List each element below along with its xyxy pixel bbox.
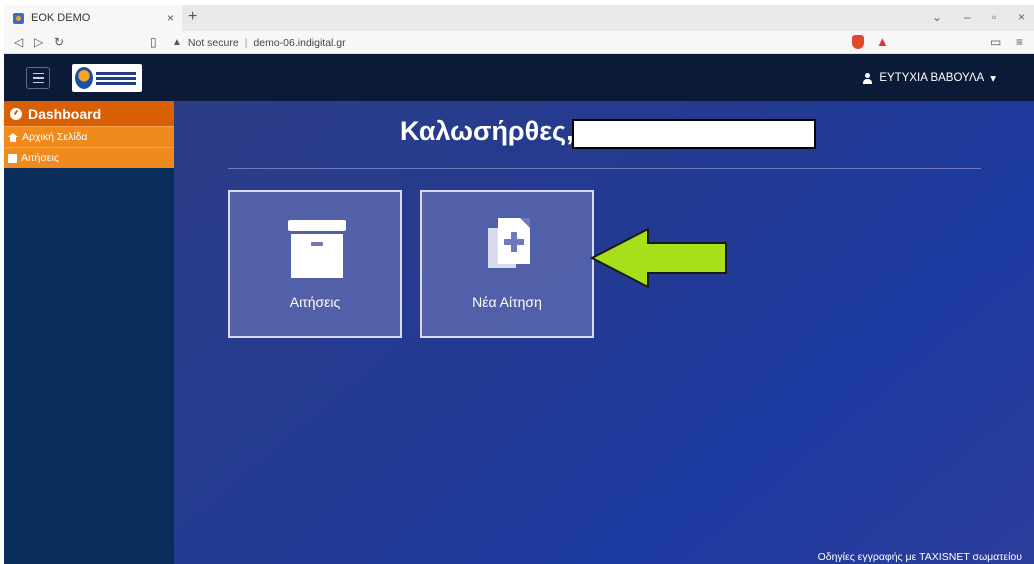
archive-icon (288, 220, 346, 278)
sidebar-toggle-button[interactable] (26, 67, 50, 89)
close-window-icon[interactable]: × (1018, 10, 1025, 24)
address-toolbar: ◁ ▷ ↻ ▯ ▲ Not secure | demo-06.indigital… (4, 31, 1034, 54)
logo-wordmark (96, 70, 136, 87)
dashboard-icon (10, 107, 22, 120)
back-icon[interactable]: ◁ (14, 35, 23, 49)
arrow-annotation (590, 227, 727, 289)
tab-close-button[interactable]: × (167, 11, 174, 25)
tab-title: EOK DEMO (31, 12, 91, 24)
taxisnet-guide-link[interactable]: Οδηγίες εγγραφής με TAXISNET σωματείου (818, 551, 1022, 563)
sidebar: Dashboard Αρχική Σελίδα Αιτήσεις (4, 101, 174, 564)
reload-icon[interactable]: ↻ (54, 35, 64, 49)
warning-icon: ▲ (172, 37, 182, 48)
sidebar-heading[interactable]: Dashboard (4, 101, 174, 126)
rewards-icon[interactable]: ▲ (876, 34, 889, 49)
security-label: Not secure (187, 36, 239, 49)
brave-shield-icon[interactable] (852, 35, 864, 49)
user-menu[interactable]: ΕΥΤΥΧΙΑ ΒΑΒΟΥΛΑ ▾ (862, 71, 996, 85)
tile-label: Νέα Αίτηση (472, 294, 542, 310)
caret-down-icon: ▾ (990, 73, 996, 85)
logo-emblem-icon (75, 67, 93, 89)
app-header: ΕΥΤΥΧΙΑ ΒΑΒΟΥΛΑ ▾ (4, 54, 1034, 101)
home-icon (8, 132, 18, 142)
tile-label: Αιτήσεις (289, 294, 341, 310)
federation-logo[interactable] (72, 64, 142, 92)
tab-strip: EOK DEMO × + ⌄ – ▫ × (4, 5, 1034, 31)
new-application-tile[interactable]: Νέα Αίτηση (420, 190, 594, 338)
redacted-name-box (572, 119, 816, 149)
sidebar-item-home[interactable]: Αρχική Σελίδα (4, 126, 174, 147)
sidebar-item-label: Αρχική Σελίδα (22, 131, 88, 143)
divider (228, 168, 981, 169)
url-separator: | (244, 36, 248, 49)
forward-icon[interactable]: ▷ (34, 35, 43, 49)
new-tab-button[interactable]: + (188, 8, 197, 26)
user-name: ΕΥΤΥΧΙΑ ΒΑΒΟΥΛΑ (879, 72, 985, 84)
archive-small-icon (8, 153, 17, 163)
sidebar-item-applications[interactable]: Αιτήσεις (4, 147, 174, 168)
url-text: demo-06.indigital.gr (253, 36, 346, 49)
browser-window: EOK DEMO × + ⌄ – ▫ × ◁ ▷ ↻ ▯ ▲ Not secur… (4, 5, 1034, 564)
address-bar[interactable]: ▲ Not secure | demo-06.indigital.gr (172, 34, 872, 51)
menu-icon[interactable]: ≡ (1016, 35, 1023, 49)
welcome-heading: Καλωσήρθες, (400, 116, 574, 146)
sidebar-toggle-icon[interactable]: ▭ (990, 35, 1001, 49)
new-document-icon (488, 218, 536, 278)
tab-search-icon[interactable]: ⌄ (932, 10, 942, 24)
browser-tab[interactable]: EOK DEMO × (4, 5, 182, 31)
maximize-icon[interactable]: ▫ (992, 10, 996, 24)
favicon-icon (13, 12, 24, 24)
applications-tile[interactable]: Αιτήσεις (228, 190, 402, 338)
user-icon (862, 72, 873, 84)
sidebar-item-label: Αιτήσεις (21, 152, 59, 164)
main-content: Καλωσήρθες, Αιτήσεις Νέα Αίτηση Οδηγίες … (174, 101, 1034, 564)
minimize-icon[interactable]: – (964, 10, 971, 24)
bookmark-icon[interactable]: ▯ (150, 35, 157, 49)
sidebar-heading-label: Dashboard (28, 105, 102, 122)
